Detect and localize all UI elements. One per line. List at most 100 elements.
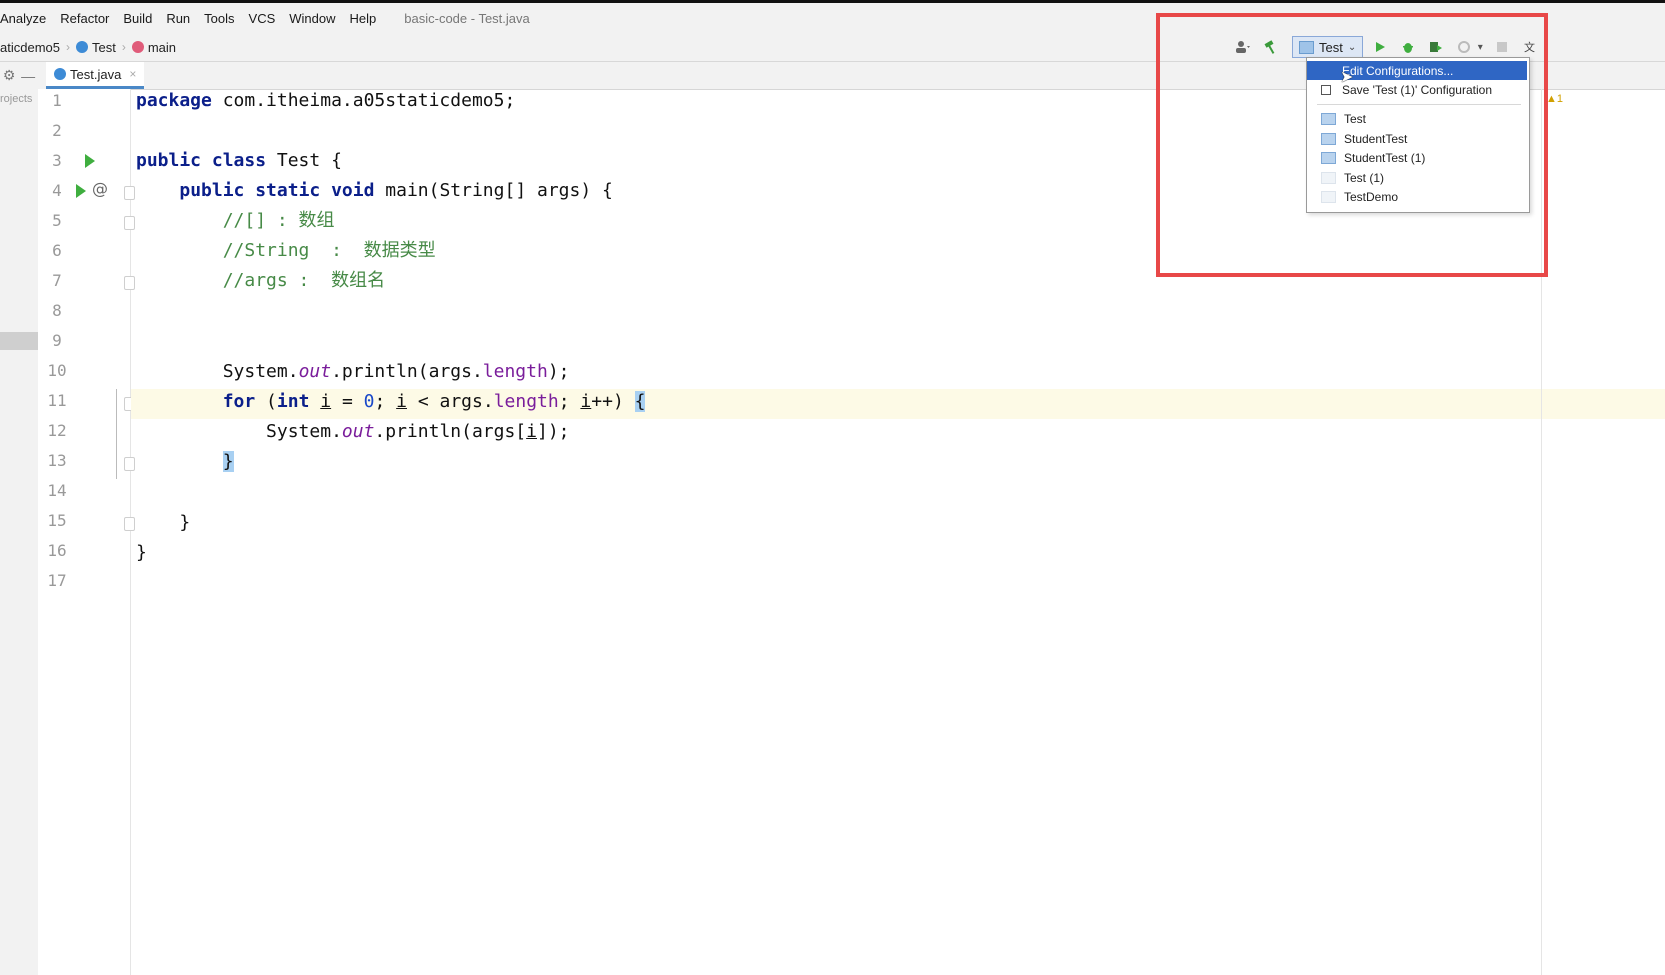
menu-build[interactable]: Build — [123, 11, 152, 26]
line-number: 6 — [52, 241, 62, 260]
menu-item-label: StudentTest (1) — [1344, 150, 1426, 165]
menu-help[interactable]: Help — [350, 11, 377, 26]
code-line-13: } — [222, 451, 234, 472]
breadcrumb-package-label: aticdemo5 — [0, 39, 60, 55]
user-icon[interactable] — [1232, 37, 1254, 57]
translate-icon[interactable]: 文 — [1519, 37, 1541, 57]
method-icon — [131, 41, 144, 53]
project-selected-row[interactable] — [0, 332, 38, 350]
menu-item-label: Test (1) — [1344, 170, 1385, 185]
warning-count: 1 — [1556, 93, 1564, 105]
line-number: 1 — [52, 91, 62, 110]
menu-item-label: Save 'Test (1)' Configuration — [1342, 82, 1492, 97]
chevron-right-icon: › — [121, 40, 126, 54]
stop-icon[interactable] — [1491, 37, 1513, 57]
line-number: 11 — [47, 391, 67, 410]
code-editor[interactable]: package com.itheima.a05staticdemo5; publ… — [131, 89, 1665, 975]
run-with-coverage-icon[interactable] — [1425, 37, 1447, 57]
chevron-down-icon: ⌄ — [1347, 41, 1357, 53]
debug-icon[interactable] — [1397, 37, 1419, 57]
menu-vcs[interactable]: VCS — [249, 11, 276, 26]
profile-icon[interactable] — [1453, 37, 1475, 57]
save-icon — [1321, 84, 1331, 95]
line-number: 4 — [52, 181, 62, 200]
tab-label: Test.java — [70, 66, 122, 82]
menu-refactor[interactable]: Refactor — [60, 11, 109, 26]
line-number: 16 — [47, 541, 67, 560]
line-number: 12 — [47, 421, 67, 440]
line-number: 10 — [47, 361, 67, 380]
code-line-6: //String : 数据类型 — [222, 240, 436, 261]
line-number: 13 — [47, 451, 67, 470]
code-line-12: System.out.println(args[i]); — [136, 421, 570, 442]
breadcrumb: aticdemo5 › Test › main — [0, 33, 176, 61]
chevron-down-icon[interactable]: ▾ — [1475, 37, 1485, 57]
temporary-configuration-icon — [1321, 190, 1336, 203]
line-number: 5 — [52, 211, 62, 230]
menu-item-config-testdemo[interactable]: TestDemo — [1307, 187, 1527, 206]
editor-gutter: 1 2 3 4 5 6 7 8 9 10 11 12 13 14 15 16 1… — [38, 89, 153, 975]
project-panel-label: rojects — [0, 93, 33, 105]
breadcrumb-method[interactable]: main — [131, 39, 177, 55]
configuration-icon — [1321, 151, 1336, 164]
breadcrumb-class-label: Test — [91, 39, 116, 55]
line-number: 3 — [52, 151, 62, 170]
code-line-4: public static void main(String[] args) { — [179, 180, 613, 201]
line-number: 2 — [52, 121, 62, 140]
code-line-11: for (int i = 0; i < args.length; i++) { — [222, 391, 646, 412]
run-class-icon[interactable] — [85, 154, 95, 168]
menu-item-label: Edit Configurations... — [1342, 63, 1454, 78]
menu-tools[interactable]: Tools — [204, 11, 234, 26]
run-configuration-selector[interactable]: Test ⌄ — [1292, 36, 1364, 58]
menu-item-config-studenttest-1[interactable]: StudentTest (1) — [1307, 148, 1527, 167]
svg-text:文: 文 — [1524, 40, 1535, 54]
run-configuration-label: Test — [1319, 39, 1343, 55]
menu-separator — [1317, 104, 1521, 105]
annotation-at-icon[interactable]: @ — [92, 179, 108, 198]
tab-test-java[interactable]: Test.java × — [46, 62, 145, 89]
menu-item-config-studenttest[interactable]: StudentTest — [1307, 129, 1527, 148]
code-line-16: } — [136, 542, 147, 563]
code-line-15: } — [136, 512, 191, 533]
code-line-10: System.out.println(args.length); — [136, 361, 570, 382]
code-line-7: //args : 数组名 — [222, 270, 386, 291]
breadcrumb-method-label: main — [147, 39, 177, 55]
inspection-warning-indicator[interactable]: ▲1 — [1546, 93, 1563, 105]
chevron-right-icon: › — [65, 40, 70, 54]
class-icon — [75, 41, 88, 53]
line-number: 8 — [52, 301, 62, 320]
run-main-icon[interactable] — [76, 184, 86, 198]
menu-item-label: TestDemo — [1344, 189, 1399, 204]
menu-item-config-test-1[interactable]: Test (1) — [1307, 168, 1527, 187]
line-number: 9 — [52, 331, 62, 350]
breadcrumb-class[interactable]: Test — [75, 39, 116, 55]
line-number: 7 — [52, 271, 62, 290]
configuration-icon — [1321, 132, 1336, 145]
menu-item-label: Test — [1344, 111, 1367, 126]
scope-indicator — [116, 389, 117, 479]
build-hammer-icon[interactable] — [1260, 37, 1282, 57]
menu-window[interactable]: Window — [289, 11, 335, 26]
close-icon[interactable]: × — [129, 67, 136, 81]
menu-bar: Analyze Refactor Build Run Tools VCS Win… — [0, 3, 1665, 33]
menu-analyze[interactable]: Analyze — [0, 11, 46, 26]
menu-item-config-test[interactable]: Test — [1307, 109, 1527, 128]
editor-right-margin — [1541, 89, 1542, 975]
window-title: basic-code - Test.java — [404, 10, 530, 26]
run-icon[interactable] — [1369, 37, 1391, 57]
breadcrumb-package[interactable]: aticdemo5 — [0, 40, 60, 55]
temporary-configuration-icon — [1321, 171, 1336, 184]
configuration-icon — [1321, 112, 1336, 125]
configuration-icon — [1299, 40, 1314, 54]
project-panel: rojects — [0, 89, 39, 975]
code-line-5: //[] : 数组 — [222, 210, 335, 231]
code-line-3: public class Test { — [136, 150, 342, 171]
menu-run[interactable]: Run — [166, 11, 190, 26]
gear-icon[interactable]: ⚙ — [3, 67, 16, 84]
line-number: 15 — [47, 511, 67, 530]
line-number: 17 — [47, 571, 67, 590]
project-tool-window-header: ⚙ — — [0, 62, 38, 89]
line-number: 14 — [47, 481, 67, 500]
class-icon — [54, 68, 66, 80]
minimize-icon[interactable]: — — [21, 68, 35, 84]
